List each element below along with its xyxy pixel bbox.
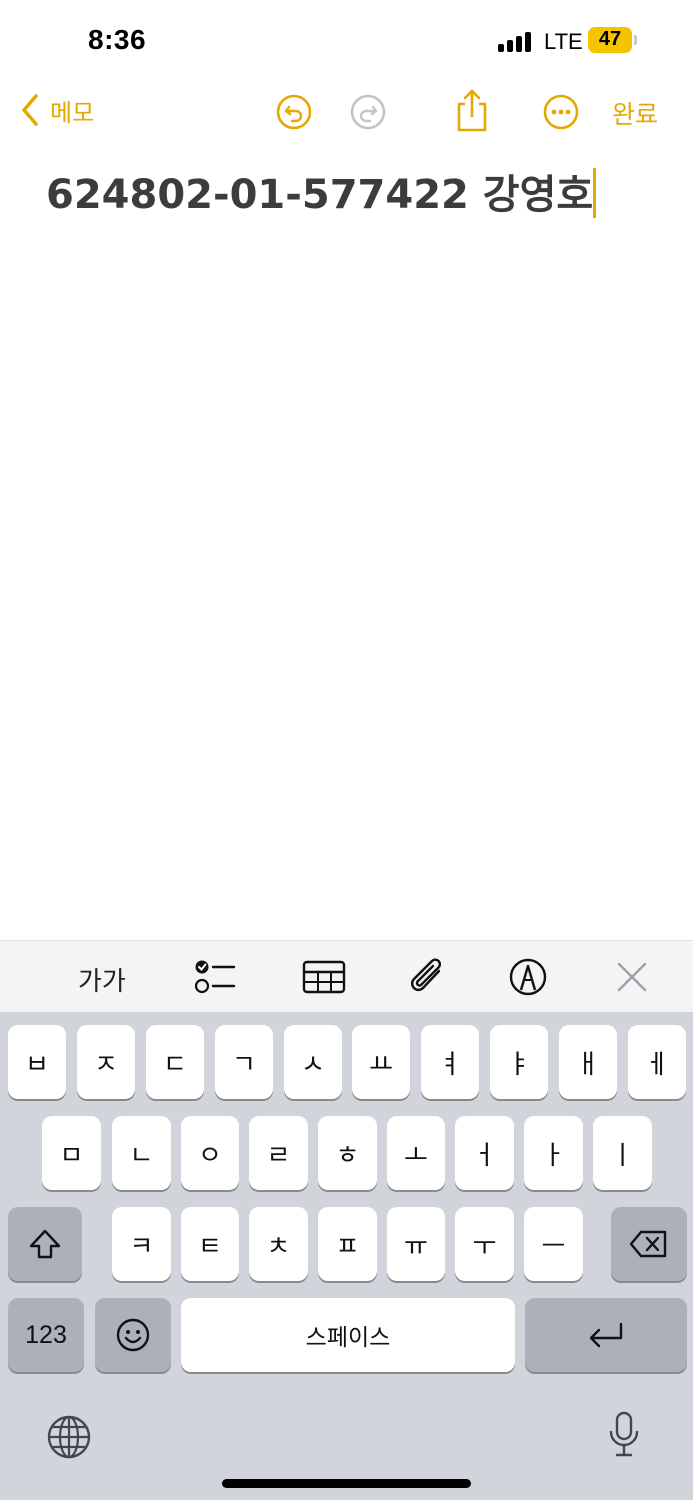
close-icon[interactable] xyxy=(614,957,650,997)
note-text: 624802-01-577422 강영호 xyxy=(46,172,594,218)
key[interactable]: ㅣ xyxy=(593,1116,652,1190)
key[interactable]: ㅡ xyxy=(524,1207,583,1281)
checklist-icon[interactable] xyxy=(194,957,236,997)
key[interactable]: ㄱ xyxy=(215,1025,273,1099)
key[interactable]: ㅇ xyxy=(181,1116,239,1190)
emoji-icon xyxy=(116,1318,150,1352)
key[interactable]: ㅋ xyxy=(112,1207,171,1281)
globe-icon[interactable] xyxy=(46,1414,92,1460)
back-label: 메모 xyxy=(50,98,95,127)
key[interactable]: ㄹ xyxy=(249,1116,308,1190)
signal-icon xyxy=(498,30,538,52)
key[interactable]: ㅍ xyxy=(318,1207,377,1281)
attachment-icon[interactable] xyxy=(408,957,448,997)
markup-icon[interactable] xyxy=(508,957,548,997)
share-icon[interactable] xyxy=(452,88,492,134)
microphone-icon[interactable] xyxy=(606,1410,642,1460)
undo-icon[interactable] xyxy=(274,92,314,132)
battery-level: 47 xyxy=(598,28,622,50)
key[interactable]: ㅊ xyxy=(249,1207,308,1281)
more-icon[interactable] xyxy=(541,92,581,132)
nav-bar: 메모 완료 xyxy=(0,80,693,144)
key[interactable]: ㄴ xyxy=(112,1116,171,1190)
status-bar: 8:36 LTE 47 xyxy=(0,0,693,80)
key[interactable]: ㅠ xyxy=(387,1207,445,1281)
delete-key[interactable] xyxy=(611,1207,687,1281)
key[interactable]: ㅂ xyxy=(8,1025,66,1099)
key[interactable]: ㅑ xyxy=(490,1025,548,1099)
key[interactable]: ㅗ xyxy=(387,1116,445,1190)
key[interactable]: ㅜ xyxy=(455,1207,514,1281)
space-key[interactable]: 스페이스 xyxy=(181,1298,515,1372)
text-cursor xyxy=(593,168,597,218)
key[interactable]: ㄷ xyxy=(146,1025,204,1099)
home-indicator xyxy=(222,1479,471,1488)
text-format-button[interactable]: 가가 xyxy=(78,961,126,1001)
key[interactable]: ㅈ xyxy=(77,1025,135,1099)
key[interactable]: ㅁ xyxy=(42,1116,101,1190)
format-toolbar: 가가 xyxy=(0,940,693,1012)
key[interactable]: ㅔ xyxy=(628,1025,686,1099)
numbers-key[interactable]: 123 xyxy=(8,1298,84,1372)
shift-icon xyxy=(29,1229,61,1259)
return-icon xyxy=(589,1322,623,1348)
done-button[interactable]: 완료 xyxy=(612,95,658,131)
key[interactable]: ㅎ xyxy=(318,1116,377,1190)
key[interactable]: ㅛ xyxy=(352,1025,410,1099)
battery-icon: 47 xyxy=(588,27,637,53)
status-time: 8:36 xyxy=(88,24,147,55)
key[interactable]: ㅅ xyxy=(284,1025,342,1099)
note-editor[interactable]: 624802-01-577422 강영호 xyxy=(46,162,597,220)
network-label: LTE xyxy=(544,29,583,54)
shift-key[interactable] xyxy=(8,1207,82,1281)
chevron-left-icon xyxy=(22,94,38,126)
key[interactable]: ㅏ xyxy=(524,1116,583,1190)
backspace-icon xyxy=(629,1230,667,1258)
emoji-key[interactable] xyxy=(95,1298,171,1372)
key[interactable]: ㅐ xyxy=(559,1025,617,1099)
redo-icon[interactable] xyxy=(348,92,388,132)
key[interactable]: ㅌ xyxy=(181,1207,239,1281)
keyboard: ㅂ ㅈ ㄷ ㄱ ㅅ ㅛ ㅕ ㅑ ㅐ ㅔ ㅁ ㄴ ㅇ ㄹ ㅎ ㅗ ㅓ ㅏ ㅣ ㅋ … xyxy=(0,1012,693,1500)
key[interactable]: ㅓ xyxy=(455,1116,514,1190)
return-key[interactable] xyxy=(525,1298,687,1372)
key[interactable]: ㅕ xyxy=(421,1025,479,1099)
table-icon[interactable] xyxy=(302,957,346,997)
back-button[interactable]: 메모 xyxy=(18,92,94,128)
